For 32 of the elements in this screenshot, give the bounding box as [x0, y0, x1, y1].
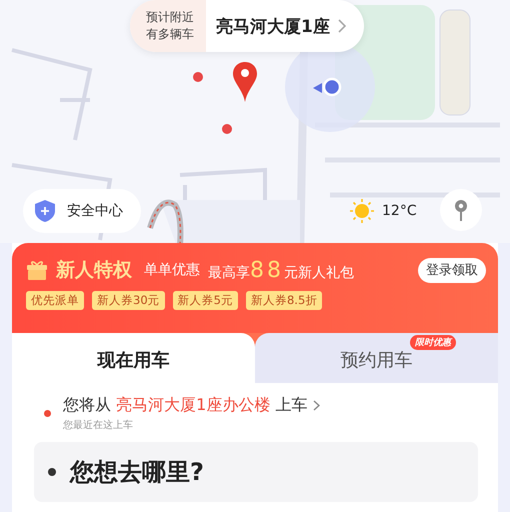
promo-subtitle: 单单优惠 [144, 261, 200, 279]
pickup-hint-button[interactable]: 预计附近 有多辆车 亮马河大厦1座 [130, 0, 364, 52]
coupon-tag: 新人券5元 [172, 291, 238, 310]
login-claim-button[interactable]: 登录领取 [418, 258, 486, 282]
car-marker-icon [222, 124, 232, 134]
coupon-tag: 新人券30元 [92, 291, 165, 310]
bullet-icon [48, 468, 56, 476]
temperature: 12°C [382, 203, 417, 219]
pickup-note: 您最近在这上车 [63, 418, 134, 432]
pickup-dot-icon [44, 410, 51, 417]
pickup-place: 亮马河大厦1座 [215, 16, 331, 38]
coupon-tag: 新人券8.5折 [246, 291, 322, 310]
gift-icon [26, 260, 48, 280]
shield-icon [35, 200, 55, 222]
promo-badge: 限时优惠 [410, 335, 456, 350]
map-pin-icon [233, 62, 257, 102]
coupon-tag: 优先派单 [26, 291, 84, 310]
chevron-icon [313, 400, 320, 411]
offer-text: 最高享88 元新人礼包 [208, 258, 354, 282]
location-pin-icon [453, 199, 469, 221]
ride-tab[interactable]: 现在用车 [12, 333, 255, 383]
sun-icon [350, 199, 374, 223]
hint-note: 预计附近 [146, 9, 194, 26]
safety-center-button[interactable]: 安全中心 [23, 189, 141, 233]
ride-tab[interactable]: 预约用车 限时优惠 [255, 333, 498, 383]
pickup-text[interactable]: 您将从 亮马河大厦1座办公楼 上车 [63, 395, 308, 416]
hint-note: 有多辆车 [146, 26, 194, 43]
location-dot-icon [313, 77, 343, 97]
car-marker-icon [193, 72, 203, 82]
chevron-icon [336, 19, 348, 33]
destination-button[interactable]: 您想去哪里? [34, 442, 478, 502]
promo-title: 新人特权 [56, 258, 132, 283]
